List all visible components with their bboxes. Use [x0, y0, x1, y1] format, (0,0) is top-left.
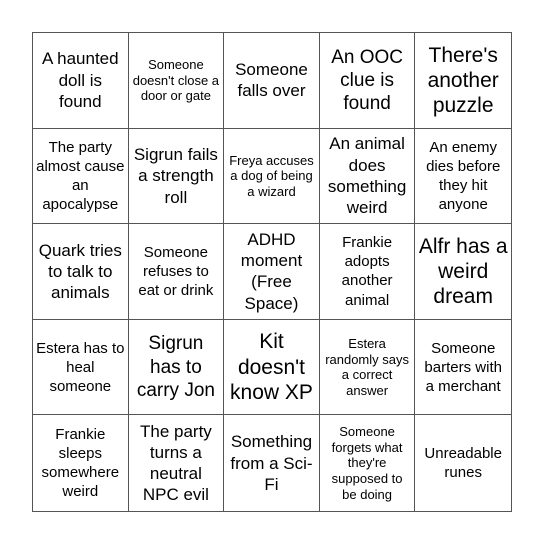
- bingo-cell-text: The party almost cause an apocalypse: [36, 138, 125, 213]
- bingo-cell[interactable]: Frankie adopts another animal: [319, 224, 416, 320]
- bingo-cell[interactable]: Someone doesn't close a door or gate: [128, 33, 225, 129]
- bingo-cell[interactable]: Sigrun has to carry Jon: [128, 319, 225, 416]
- bingo-cell[interactable]: An enemy dies before they hit anyone: [415, 129, 511, 225]
- bingo-cell-text: Someone forgets what they're supposed to…: [331, 424, 403, 502]
- bingo-cell[interactable]: Someone barters with a merchant: [415, 320, 511, 416]
- bingo-cell[interactable]: Sigrun fails a strength roll: [128, 128, 225, 225]
- bingo-cell[interactable]: ADHD moment (Free Space): [224, 224, 320, 320]
- bingo-cell[interactable]: The party almost cause an apocalypse: [33, 128, 129, 225]
- bingo-cell-text: Kit doesn't know XP: [230, 330, 313, 404]
- bingo-cell[interactable]: There's another puzzle: [415, 33, 511, 129]
- bingo-cell-text: Frankie adopts another animal: [341, 234, 393, 309]
- bingo-cell-text: An animal does something weird: [327, 134, 407, 218]
- bingo-cell[interactable]: A haunted doll is found: [33, 33, 129, 129]
- bingo-cell-text: Sigrun has to carry Jon: [136, 333, 215, 401]
- bingo-cell[interactable]: Kit doesn't know XP: [224, 319, 320, 416]
- bingo-cell-text: The party turns a neutral NPC evil: [139, 421, 212, 505]
- bingo-cell-text: Someone falls over: [235, 60, 308, 101]
- bingo-cell-text: Unreadable runes: [424, 445, 502, 482]
- bingo-cell[interactable]: Someone falls over: [224, 33, 320, 129]
- bingo-cell-text: Estera randomly says a correct answer: [325, 335, 409, 398]
- bingo-cell-text: A haunted doll is found: [42, 49, 119, 111]
- bingo-cell[interactable]: Someone forgets what they're supposed to…: [320, 415, 416, 511]
- bingo-cell[interactable]: An animal does something weird: [319, 128, 416, 225]
- bingo-cell[interactable]: Estera randomly says a correct answer: [319, 319, 416, 416]
- bingo-cell[interactable]: Someone refuses to eat or drink: [128, 224, 225, 320]
- bingo-cell-text: Someone refuses to eat or drink: [138, 243, 214, 300]
- bingo-cell[interactable]: Something from a Sci-Fi: [224, 415, 320, 511]
- bingo-cell-text: There's another puzzle: [427, 43, 499, 117]
- bingo-cell[interactable]: Quark tries to talk to animals: [33, 224, 129, 320]
- bingo-cell[interactable]: An OOC clue is found: [319, 33, 416, 129]
- bingo-cell[interactable]: Unreadable runes: [415, 415, 511, 511]
- bingo-cell[interactable]: Estera has to heal someone: [33, 319, 129, 416]
- bingo-cell-text: Estera has to heal someone: [36, 339, 125, 395]
- bingo-cell[interactable]: Freya accuses a dog of being a wizard: [224, 128, 320, 225]
- bingo-cell-text: Sigrun fails a strength roll: [133, 145, 218, 207]
- bingo-cell-text: ADHD moment (Free Space): [240, 229, 303, 313]
- bingo-cell-text: Frankie sleeps somewhere weird: [41, 426, 120, 501]
- bingo-cell-text: Freya accuses a dog of being a wizard: [229, 152, 314, 199]
- bingo-cell[interactable]: Frankie sleeps somewhere weird: [33, 415, 129, 511]
- bingo-cell-text: Someone barters with a merchant: [424, 339, 502, 395]
- bingo-cell-text: An OOC clue is found: [331, 46, 403, 114]
- bingo-cell-text: Someone doesn't close a door or gate: [132, 56, 220, 104]
- bingo-cell-text: Quark tries to talk to animals: [38, 240, 122, 303]
- bingo-cell[interactable]: The party turns a neutral NPC evil: [129, 415, 225, 511]
- bingo-cell-text: An enemy dies before they hit anyone: [426, 138, 501, 213]
- bingo-cell-text: Alfr has a weird dream: [418, 234, 508, 309]
- bingo-cell[interactable]: Alfr has a weird dream: [415, 224, 511, 320]
- bingo-board: A haunted doll is found Someone doesn't c…: [32, 32, 512, 512]
- bingo-cell-text: Something from a Sci-Fi: [230, 432, 313, 494]
